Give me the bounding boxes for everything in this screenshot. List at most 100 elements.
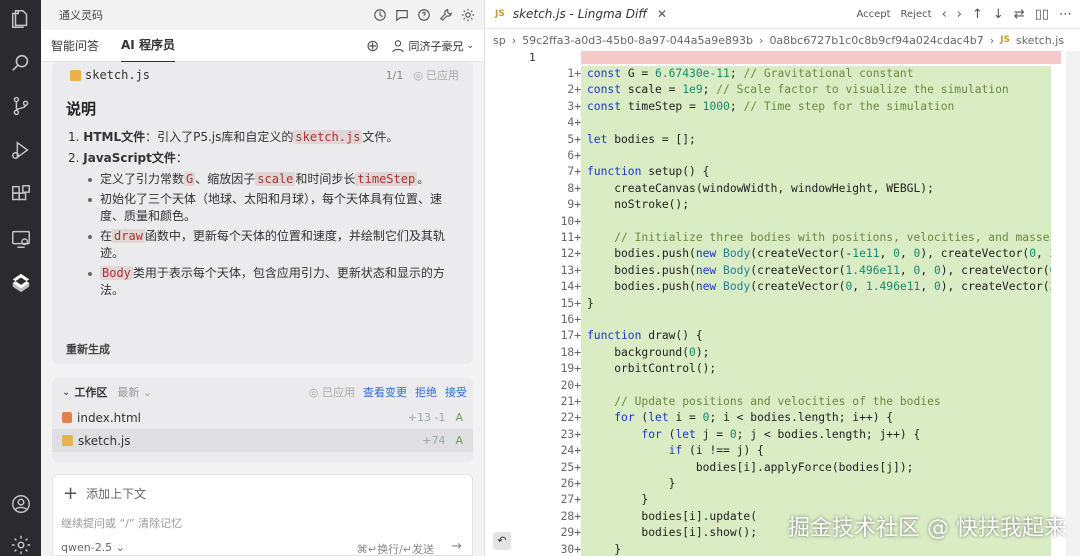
close-icon[interactable]: ✕ (657, 7, 667, 21)
code-area[interactable]: 1 1+ const G = 6.67430e-11; // Gravitatio… (485, 51, 1080, 556)
file-row[interactable]: sketch.js 1/1 ◎ 已应用 (52, 62, 473, 88)
model-selector[interactable]: qwen-2.5 ⌄ (61, 541, 125, 554)
account-icon[interactable] (0, 487, 41, 521)
search-icon[interactable] (0, 46, 41, 80)
line-number: 28+ (560, 509, 581, 523)
latest-dropdown[interactable]: 最新 ⌄ (117, 384, 301, 400)
view-changes-button[interactable]: 查看变更 (363, 384, 407, 400)
swap-icon[interactable]: ⇄ (1014, 7, 1025, 22)
breadcrumb-item[interactable]: sp (493, 34, 506, 47)
accept-button[interactable]: 接受 (445, 384, 467, 400)
workspace-panel: ⌄ 工作区 最新 ⌄ ◎ 已应用 查看变更 拒绝 接受 index.html +… (52, 378, 473, 462)
editor-scrollbar[interactable] (1066, 51, 1080, 556)
tab-ai-programmer[interactable]: AI 程序员 (121, 28, 175, 63)
line-number: 15+ (560, 296, 581, 310)
code-line: 23+ for (let j = 0; j < bodies.length; j… (485, 427, 1051, 443)
feedback-icon[interactable] (394, 7, 410, 23)
line-number: 1+ (567, 67, 581, 80)
code-line: 11+ // Initialize three bodies with posi… (485, 230, 1051, 246)
regenerate-button[interactable]: 重新生成 (66, 341, 110, 357)
line-number: 6+ (567, 149, 581, 162)
reject-diff-button[interactable]: Reject (901, 9, 932, 20)
code-line: 25+ bodies[i].applyForce(bodies[j]); (485, 460, 1051, 476)
list-item: Body 类用于表示每个天体，包含应用引力、更新状态和显示的方法。 (88, 265, 459, 299)
code-text: bodies[i].update( (587, 509, 758, 523)
line-number: 4+ (567, 116, 581, 130)
code-line: 2+ const scale = 1e9; // Scale factor to … (485, 82, 1051, 98)
line-number: 2+ (567, 83, 581, 97)
code-text: const timeStep = 1000; // Time step for … (587, 99, 955, 113)
add-context-button[interactable]: + 添加上下文 (63, 483, 146, 504)
ai-chat-panel: 通义灵码 智能问答 AI 程序员 ⊕ 同济子豪兄 ⌄ sketch.js 1/1… (41, 0, 484, 556)
line-number: 18+ (560, 345, 581, 359)
source-control-icon[interactable] (0, 89, 41, 123)
send-arrow-icon[interactable]: → (451, 539, 462, 554)
line-number: 24+ (560, 444, 581, 458)
code-line: 7+ function setup() { (485, 164, 1051, 180)
diff-editor: JS sketch.js - Lingma Diff ✕ Accept Reje… (484, 0, 1080, 556)
run-debug-icon[interactable] (0, 133, 41, 167)
chevron-right-icon[interactable]: › (957, 7, 962, 22)
gear-icon[interactable] (460, 7, 476, 23)
explorer-icon[interactable] (0, 2, 41, 36)
line-number: 20+ (560, 378, 581, 392)
settings-gear-icon[interactable] (0, 528, 41, 556)
workspace-file-row[interactable]: index.html +13 -1 A (52, 406, 473, 429)
line-number: 27+ (560, 493, 581, 507)
arrow-up-icon[interactable]: ↑ (972, 7, 983, 22)
code-text: bodies[i].applyForce(bodies[j]); (587, 460, 914, 474)
panel-tabs: 智能问答 AI 程序员 ⊕ 同济子豪兄 ⌄ (41, 28, 484, 63)
new-chat-plus-icon[interactable]: ⊕ (366, 36, 379, 55)
arrow-down-icon[interactable]: ↓ (993, 7, 1004, 22)
file-status: A (455, 411, 463, 424)
line-number: 3+ (567, 99, 581, 113)
line-number: 30+ (560, 542, 581, 556)
line-number: 23+ (560, 427, 581, 441)
code-line: 16+ (485, 312, 1051, 328)
code-line: 14+ bodies.push(new Body(createVector(0,… (485, 279, 1051, 295)
tab-qa[interactable]: 智能问答 (51, 29, 99, 62)
code-text: bodies.push(new Body(createVector(1.496e… (587, 263, 1051, 277)
chevron-down-icon[interactable]: ⌄ (62, 387, 70, 398)
chevron-left-icon[interactable]: ‹ (942, 7, 947, 22)
history-icon[interactable] (372, 7, 388, 23)
user-menu[interactable]: 同济子豪兄 ⌄ (391, 38, 474, 54)
code-line: 19+ orbitControl(); (485, 361, 1051, 377)
removed-line: 1 (485, 51, 1080, 64)
accept-diff-button[interactable]: Accept (856, 9, 890, 20)
code-text: } (587, 493, 649, 507)
explanation-content: 1. HTML文件：引入了P5.js库和自定义的 sketch.js 文件。 2. … (52, 129, 473, 299)
remote-explorer-icon[interactable] (0, 222, 41, 256)
workspace-file-row[interactable]: sketch.js +74 A (52, 429, 473, 452)
chat-input-box[interactable]: + 添加上下文 继续提问或 “/” 清除记忆 qwen-2.5 ⌄ ⌘↵换行/↵发… (52, 474, 473, 556)
js-file-icon: JS (1000, 35, 1010, 45)
reject-button[interactable]: 拒绝 (415, 384, 437, 400)
editor-tab[interactable]: JS sketch.js - Lingma Diff ✕ (485, 0, 677, 29)
code-text: const scale = 1e9; // Scale factor to vi… (587, 83, 1009, 97)
line-number: 29+ (560, 526, 581, 540)
lingma-icon[interactable] (0, 266, 41, 300)
extensions-icon[interactable] (0, 177, 41, 211)
code-line: 3+ const timeStep = 1000; // Time step fo… (485, 99, 1051, 115)
code-text: function draw() { (587, 329, 703, 343)
line-number: 21+ (560, 395, 581, 408)
undo-icon[interactable]: ↶ (493, 532, 511, 550)
diff-stat: +74 (422, 434, 446, 447)
wrench-icon[interactable] (438, 7, 454, 23)
breadcrumb-item[interactable]: 59c2ffa3-a0d3-45b0-8a97-044a5a9e893b (522, 34, 753, 47)
line-number: 19+ (560, 362, 581, 376)
code-line: 5+ let bodies = []; (485, 132, 1051, 148)
code-line: 21+ // Update positions and velocities o… (485, 394, 1051, 410)
code-text: background(0); (587, 345, 710, 359)
line-number: 25+ (560, 460, 581, 474)
removed-line-bg (581, 51, 1061, 64)
code-text: bodies.push(new Body(createVector(0, 1.4… (587, 280, 1051, 294)
breadcrumb-item[interactable]: sketch.js (1016, 34, 1064, 47)
breadcrumb-item[interactable]: 0a8bc6727b1c0c8b9cf94a024cdac4b7 (769, 34, 983, 47)
help-icon[interactable] (416, 7, 432, 23)
chat-input[interactable]: 继续提问或 “/” 清除记忆 (61, 515, 182, 531)
code-text: const G = 6.67430e-11; // Gravitational … (587, 67, 914, 80)
split-editor-icon[interactable]: ▯▯ (1035, 7, 1049, 22)
workspace-applied-status: ◎ 已应用 (308, 386, 355, 399)
more-icon[interactable]: ⋯ (1059, 7, 1072, 22)
